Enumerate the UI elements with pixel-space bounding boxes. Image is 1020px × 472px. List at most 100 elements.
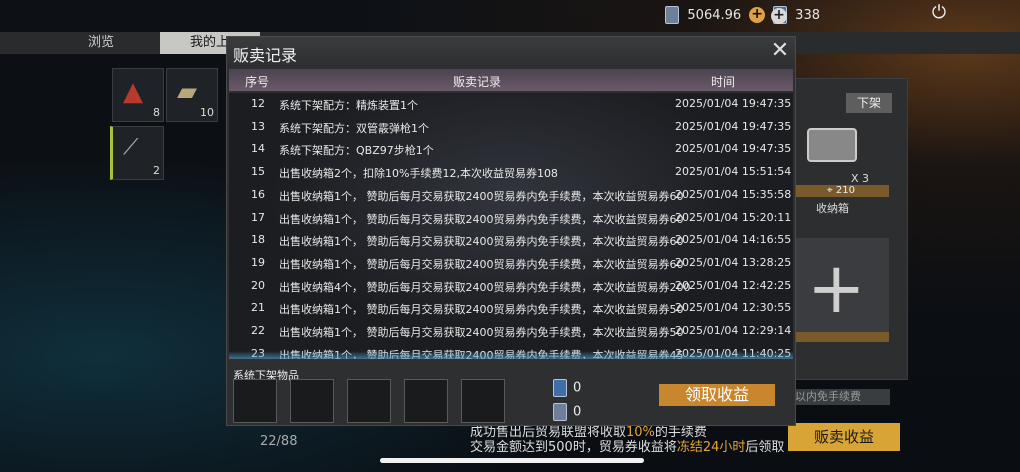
cell-record: 出售收纳箱1个， 赞助后每月交易获取2400贸易券内免手续费，本次收益贸易券60 xyxy=(279,257,684,271)
cell-record: 系统下架配方：双管霰弹枪1个 xyxy=(279,121,429,135)
power-icon[interactable]: ⏻ xyxy=(928,2,950,24)
sales-record-dialog: 贩卖记录 ✕ 序号 贩卖记录 时间 12 系统下架配方：精炼装置1个 2025/01… xyxy=(226,36,796,426)
table-row: 18 出售收纳箱1个， 赞助后每月交易获取2400贸易券内免手续费，本次收益贸易券… xyxy=(229,229,793,251)
item-slot[interactable] xyxy=(404,379,448,423)
coin-value: 0 xyxy=(573,404,582,420)
item-slot[interactable] xyxy=(461,379,505,423)
coupon-value: 0 xyxy=(573,380,582,396)
cell-record: 出售收纳箱1个， 赞助后每月交易获取2400贸易券内免手续费，本次收益贸易券60 xyxy=(279,189,684,203)
claim-income-button[interactable]: 领取收益 xyxy=(659,384,775,406)
coupon-amount: 0 xyxy=(553,379,581,397)
table-row: 16 出售收纳箱1个， 赞助后每月交易获取2400贸易券内免手续费，本次收益贸易券… xyxy=(229,184,793,206)
table-row: 22 出售收纳箱1个， 赞助后每月交易获取2400贸易券内免手续费，本次收益贸易券… xyxy=(229,320,793,342)
cell-record: 出售收纳箱1个， 赞助后每月交易获取2400贸易券内免手续费，本次收益贸易券50 xyxy=(279,303,684,317)
add-currency1-button[interactable]: + xyxy=(749,7,766,23)
item-count: 8 xyxy=(153,106,160,119)
table-row: 13 系统下架配方：双管霰弹枪1个 2025/01/04 19:47:35 xyxy=(229,116,793,138)
add-listing-slot[interactable]: + xyxy=(793,238,889,340)
note-line2: 交易金额达到500时，贸易券收益将 xyxy=(470,440,677,455)
cell-record: 出售收纳箱4个， 赞助后每月交易获取2400贸易券内免手续费，本次收益贸易券20… xyxy=(279,280,691,294)
bag-capacity: 22/88 xyxy=(260,434,298,449)
cell-time: 2025/01/04 19:47:35 xyxy=(675,119,792,133)
cell-time: 2025/01/04 12:29:14 xyxy=(675,324,792,337)
inventory-slot[interactable]: ▲ 8 xyxy=(112,68,164,122)
cell-time: 2025/01/04 12:30:55 xyxy=(675,301,792,315)
coin-amount: 0 xyxy=(553,403,581,421)
storage-box-icon xyxy=(807,128,857,162)
fee-note: 成功售出后贸易联盟将收取10%的手续费 交易金额达到500时，贸易券收益将冻结2… xyxy=(470,425,784,455)
col-header-no: 序号 xyxy=(245,75,270,89)
cell-time: 2025/01/04 14:16:55 xyxy=(675,233,792,247)
currency1-value: 5064.96 xyxy=(687,7,742,23)
cell-no: 21 xyxy=(251,301,265,315)
cell-time: 2025/01/04 15:20:11 xyxy=(675,210,792,224)
cell-no: 12 xyxy=(251,97,265,110)
box-name: 收纳箱 xyxy=(816,202,849,215)
add-currency2-button[interactable]: + xyxy=(771,8,787,24)
box-price: ⌖ 210 xyxy=(793,185,889,197)
cell-no: 15 xyxy=(251,165,265,179)
item-slot[interactable] xyxy=(290,379,334,423)
note-line1: 成功售出后贸易联盟将收取 xyxy=(470,425,627,440)
fee-notice: 以内免手续费 xyxy=(795,389,890,405)
item-slot[interactable] xyxy=(233,379,277,423)
note-line1-end: 的手续费 xyxy=(654,425,707,440)
item-slot[interactable] xyxy=(347,379,391,423)
cell-no: 19 xyxy=(251,255,265,269)
dialog-title: 贩卖记录 xyxy=(233,46,298,65)
cell-no: 16 xyxy=(251,187,265,201)
tab-browse[interactable]: 浏览 xyxy=(88,32,114,54)
table-row: 19 出售收纳箱1个， 赞助后每月交易获取2400贸易券内免手续费，本次收益贸易券… xyxy=(229,252,793,274)
note-line2-end: 后领取 xyxy=(745,440,785,455)
home-indicator[interactable] xyxy=(380,458,644,463)
table-header: 序号 贩卖记录 时间 xyxy=(229,69,793,91)
coin-icon xyxy=(553,403,567,421)
cell-no: 14 xyxy=(251,142,265,156)
inventory-slot[interactable]: ▰ 10 xyxy=(166,68,218,122)
cell-time: 2025/01/04 12:42:25 xyxy=(675,278,792,292)
plus-icon: + xyxy=(807,247,866,329)
item-count: 10 xyxy=(200,106,214,119)
trade-coupon-icon xyxy=(553,379,567,397)
cell-time: 2025/01/04 15:51:54 xyxy=(675,165,792,179)
currency2-value: 338 xyxy=(795,7,820,23)
note-fee-pct: 10% xyxy=(626,425,655,440)
add-slot-bar xyxy=(793,332,889,342)
currency-bar: 5064.96 + 338 xyxy=(665,6,820,24)
cell-no: 20 xyxy=(251,278,265,292)
cell-time: 2025/01/04 19:47:35 xyxy=(675,142,792,156)
cell-record: 出售收纳箱1个， 赞助后每月交易获取2400贸易券内免手续费，本次收益贸易券60 xyxy=(279,235,684,249)
cell-no: 13 xyxy=(251,119,265,133)
cell-no: 17 xyxy=(251,210,265,224)
cell-record: 出售收纳箱2个，扣除10%手续费12,本次收益贸易券108 xyxy=(279,167,558,181)
sell-income-button[interactable]: 贩卖收益 xyxy=(788,423,900,451)
item-count: 2 xyxy=(153,164,160,177)
cell-record: 系统下架配方：QBZ97步枪1个 xyxy=(279,144,434,158)
table-row: 21 出售收纳箱1个， 赞助后每月交易获取2400贸易券内免手续费，本次收益贸易券… xyxy=(229,297,793,319)
records-list[interactable]: 12 系统下架配方：精炼装置1个 2025/01/04 19:47:35 13 系统下架… xyxy=(229,93,793,359)
close-icon[interactable]: ✕ xyxy=(769,40,791,62)
weapon-icon: ⟋ xyxy=(123,135,139,160)
table-row: 20 出售收纳箱4个， 赞助后每月交易获取2400贸易券内免手续费，本次收益贸易券… xyxy=(229,275,793,297)
cell-record: 出售收纳箱1个， 赞助后每月交易获取2400贸易券内免手续费，本次收益贸易券50 xyxy=(279,326,684,339)
table-row: 14 系统下架配方：QBZ97步枪1个 2025/01/04 19:47:35 xyxy=(229,138,793,160)
col-header-record: 贩卖记录 xyxy=(453,75,502,89)
note-freeze: 冻结24小时 xyxy=(676,440,746,455)
cell-time: 2025/01/04 15:35:58 xyxy=(675,187,792,201)
dialog-header: 贩卖记录 ✕ xyxy=(227,37,795,67)
col-header-time: 时间 xyxy=(711,75,736,89)
cell-time: 2025/01/04 19:47:35 xyxy=(675,97,792,110)
cell-no: 18 xyxy=(251,233,265,247)
trade-coupon-icon xyxy=(665,6,680,24)
cell-record: 系统下架配方：精炼装置1个 xyxy=(279,99,418,112)
box-quantity: X 3 xyxy=(851,172,870,185)
unlist-button[interactable]: 下架 xyxy=(846,93,892,113)
table-row: 15 出售收纳箱2个，扣除10%手续费12,本次收益贸易券108 2025/01/0… xyxy=(229,161,793,183)
box-price-value: 210 xyxy=(835,185,855,196)
cell-record: 出售收纳箱1个， 赞助后每月交易获取2400贸易券内免手续费，本次收益贸易券60 xyxy=(279,212,684,226)
table-row: 17 出售收纳箱1个， 赞助后每月交易获取2400贸易券内免手续费，本次收益贸易券… xyxy=(229,207,793,229)
inventory-slot[interactable]: ⟋ 2 xyxy=(110,126,164,180)
table-row: 12 系统下架配方：精炼装置1个 2025/01/04 19:47:35 xyxy=(229,93,793,115)
cell-time: 2025/01/04 13:28:25 xyxy=(675,255,792,269)
sandbag-icon: ▰ xyxy=(177,77,197,107)
